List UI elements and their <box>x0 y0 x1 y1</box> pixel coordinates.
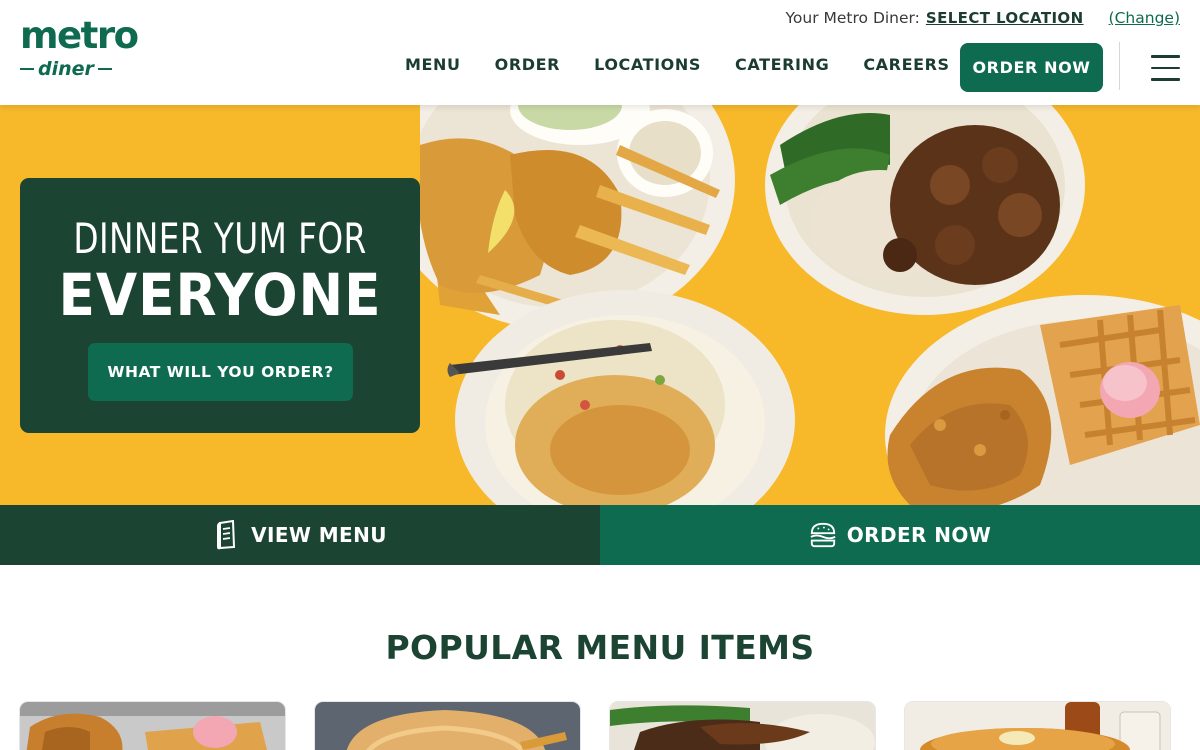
action-bar: VIEW MENU ORDER NOW <box>0 505 1200 565</box>
view-menu-label: VIEW MENU <box>251 523 387 547</box>
hero-promo-card: DINNER YUM FOR EVERYONE WHAT WILL YOU OR… <box>20 178 420 433</box>
header-divider <box>1119 42 1120 90</box>
pot-pie-dish <box>447 290 795 505</box>
logo-wordmark-top: metro <box>20 14 139 57</box>
nav-item-careers[interactable]: CAREERS <box>863 55 949 74</box>
popular-menu-items-title: POPULAR MENU ITEMS <box>385 628 815 667</box>
bottom-order-now-button[interactable]: ORDER NOW <box>600 505 1200 565</box>
metro-diner-logo[interactable]: metro diner <box>20 14 142 82</box>
logo-dash-right <box>97 67 112 71</box>
hero-food-image <box>420 105 1200 505</box>
order-now-label: ORDER NOW <box>846 523 992 547</box>
menu-book-icon <box>217 520 236 550</box>
popular-items-row <box>20 702 1180 750</box>
menu-card-chicken-waffle[interactable] <box>20 702 285 750</box>
burger-icon <box>810 522 836 548</box>
what-will-you-order-button[interactable]: WHAT WILL YOU ORDER? <box>88 343 353 401</box>
menu-card-meatloaf[interactable] <box>610 702 875 750</box>
header-order-now-button[interactable]: ORDER NOW <box>960 43 1103 92</box>
main-nav: MENU ORDER LOCATIONS CATERING CAREERS <box>405 55 984 74</box>
location-prefix: Your Metro Diner: <box>785 9 920 27</box>
burger-and-fries-image <box>315 702 580 750</box>
menu-card-pancakes[interactable] <box>905 702 1170 750</box>
hamburger-icon[interactable] <box>1151 55 1180 81</box>
view-menu-button[interactable]: VIEW MENU <box>0 505 600 565</box>
nav-item-locations[interactable]: LOCATIONS <box>594 55 701 74</box>
menu-card-burger[interactable] <box>315 702 580 750</box>
logo-wordmark-bottom: diner <box>38 58 94 80</box>
change-location-link[interactable]: (Change) <box>1109 9 1180 27</box>
logo-dash-left <box>20 67 34 71</box>
logo-wordmark-bottom-row: diner <box>20 58 142 80</box>
steak-tips-plate <box>765 105 1085 315</box>
meatloaf-and-green-beans-image <box>610 702 875 750</box>
hero-headline-line1: DINNER YUM FOR <box>73 214 367 263</box>
nav-item-catering[interactable]: CATERING <box>735 55 829 74</box>
nav-item-menu[interactable]: MENU <box>405 55 461 74</box>
site-header: metro diner Your Metro Diner: SELECT LOC… <box>0 0 1200 105</box>
pancakes-and-syrup-image <box>905 702 1170 750</box>
chicken-and-waffle-image <box>20 702 285 750</box>
hero-headline-line2: EVERYONE <box>58 261 382 329</box>
select-location-link[interactable]: SELECT LOCATION <box>926 9 1084 27</box>
chicken-and-waffle-plate <box>885 295 1200 505</box>
nav-item-order[interactable]: ORDER <box>495 55 560 74</box>
location-bar: Your Metro Diner: SELECT LOCATION (Chang… <box>786 9 1181 27</box>
hero-banner: DINNER YUM FOR EVERYONE WHAT WILL YOU OR… <box>0 105 1200 505</box>
